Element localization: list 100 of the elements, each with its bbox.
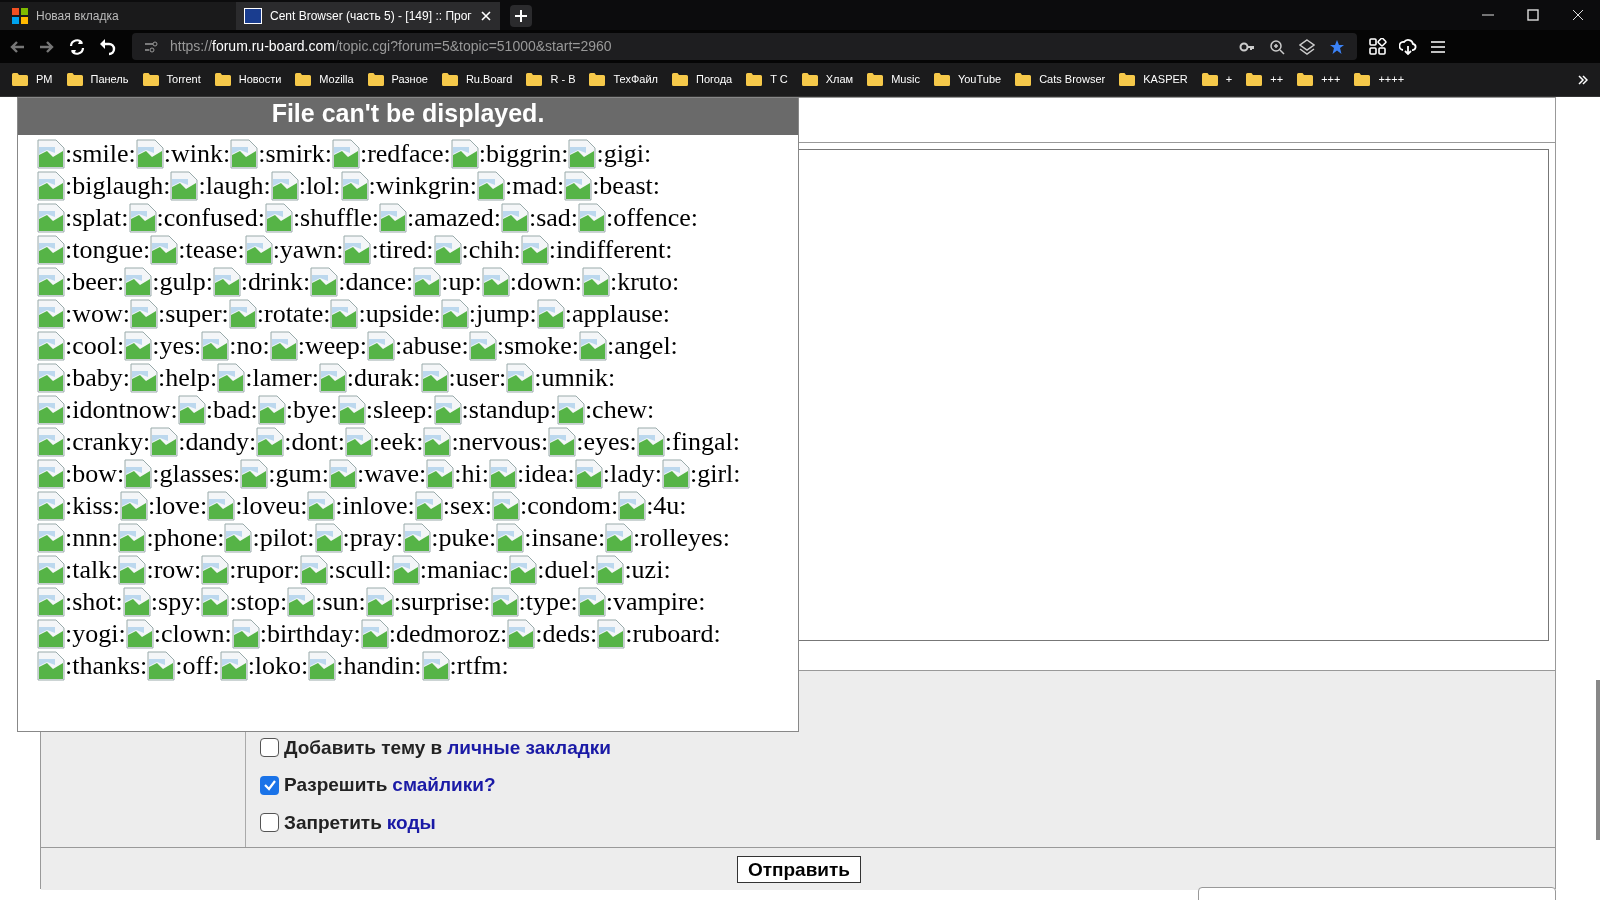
bookmark-link[interactable]: +++ (1321, 71, 1341, 88)
bookmark-link[interactable]: T C (770, 71, 788, 88)
folder-icon[interactable] (1201, 73, 1218, 86)
smiley-code: :weep: (297, 330, 368, 362)
cloud-download-icon[interactable] (1399, 37, 1417, 56)
bookmark-link[interactable]: Torrent (166, 71, 201, 88)
more-bookmarks-icon[interactable] (1578, 74, 1588, 85)
folder-icon[interactable] (589, 73, 606, 86)
folder-icon[interactable] (214, 73, 231, 86)
address-bar[interactable]: https://forum.ru-board.com/topic.cgi?forum=5&topic=51000&start=2960 (132, 33, 1357, 60)
scrollbar-thumb[interactable] (1596, 680, 1600, 840)
option-link[interactable]: коды (386, 808, 436, 837)
bookmark-link[interactable]: ++++ (1378, 71, 1405, 88)
option-link[interactable]: личные закладки (447, 733, 611, 762)
folder-icon[interactable] (801, 73, 818, 86)
smiley-code: :smirk: (258, 138, 332, 170)
broken-image-icon (118, 523, 147, 553)
bookmark-link[interactable]: ++ (1270, 71, 1284, 88)
folder-icon[interactable] (1246, 73, 1263, 86)
bookmark-link[interactable]: Разное (391, 71, 428, 88)
zoom-icon[interactable] (1269, 38, 1285, 55)
bookmark-link[interactable]: + (1225, 71, 1233, 88)
folder-icon[interactable] (867, 73, 884, 86)
broken-image-icon (344, 427, 373, 457)
broken-image-icon (481, 267, 510, 297)
bookmark-link[interactable]: KASPER (1143, 71, 1188, 88)
bookmark-link[interactable]: ТехФайл (613, 71, 658, 88)
new-tab-icon[interactable] (509, 5, 532, 27)
broken-image-icon (468, 331, 497, 361)
option-label: Запретить (284, 810, 382, 835)
broken-image-icon (37, 235, 65, 265)
smiley-code: :idontnow: (65, 394, 178, 426)
folder-icon[interactable] (295, 73, 312, 86)
broken-image-icon (37, 395, 65, 425)
broken-image-icon (556, 395, 585, 425)
star-icon[interactable] (1329, 38, 1345, 55)
bookmark-link[interactable]: Погода (696, 71, 733, 88)
folder-icon[interactable] (66, 73, 83, 86)
browser-tab[interactable]: Cent Browser (часть 5) - [149] :: Прог (236, 2, 500, 30)
extensions-icon[interactable] (1369, 37, 1387, 56)
folder-icon[interactable] (142, 73, 159, 86)
bookmark-link[interactable]: Music (891, 71, 920, 88)
bookmark-link[interactable]: Ru.Board (465, 71, 513, 88)
browser-tab[interactable]: Новая вкладка (0, 2, 236, 30)
smiley-code: :user: (448, 362, 507, 394)
bookmark-link[interactable]: Mozilla (319, 71, 354, 88)
bookmark-link[interactable]: PM (36, 71, 53, 88)
broken-image-icon (122, 587, 151, 617)
bookmark-link[interactable]: Панель (90, 71, 129, 88)
broken-image-icon (391, 555, 420, 585)
smiley-code: :spy: (150, 586, 202, 618)
broken-image-icon (662, 459, 690, 489)
undo-icon[interactable] (98, 37, 116, 56)
submit-button[interactable]: Отправить (736, 855, 862, 883)
broken-image-icon (37, 651, 65, 681)
option-link[interactable]: смайлики? (392, 771, 496, 800)
folder-icon[interactable] (12, 73, 28, 86)
broken-image-icon (403, 523, 432, 553)
smiley-code: :4u: (646, 490, 687, 522)
maximize-icon[interactable] (1526, 9, 1539, 21)
smiley-code: :smile: (65, 138, 136, 170)
broken-image-icon (128, 203, 157, 233)
site-settings-icon (144, 39, 158, 54)
bookmark-link[interactable]: R - B (550, 71, 576, 88)
folder-icon[interactable] (526, 73, 543, 86)
folder-icon[interactable] (1119, 73, 1136, 86)
broken-image-icon (37, 427, 65, 457)
smiley-code: :confused: (156, 202, 265, 234)
smiley-code: :ruboard: (625, 618, 721, 650)
folder-icon[interactable] (1354, 73, 1371, 86)
smiley-code: :birthday: (259, 618, 361, 650)
broken-image-icon (150, 235, 179, 265)
folder-icon[interactable] (367, 73, 384, 86)
smiley-code: :rupor: (229, 554, 301, 586)
reload-icon[interactable] (68, 37, 86, 56)
folder-icon[interactable] (746, 73, 763, 86)
folder-icon[interactable] (441, 73, 458, 86)
broken-image-icon (636, 427, 665, 457)
broken-image-icon (37, 203, 65, 233)
close-icon[interactable] (1571, 9, 1584, 21)
broken-image-icon (578, 203, 606, 233)
layers-icon[interactable] (1299, 38, 1315, 55)
bookmark-link[interactable]: Cats Browser (1039, 71, 1106, 88)
broken-image-icon (37, 587, 65, 617)
folder-icon[interactable] (933, 73, 950, 86)
smiley-code: :chih: (461, 234, 521, 266)
checkbox[interactable] (260, 775, 279, 795)
folder-icon[interactable] (672, 73, 688, 86)
broken-image-icon (597, 619, 626, 649)
checkbox[interactable] (260, 813, 279, 833)
broken-image-icon (343, 235, 372, 265)
broken-image-icon (270, 171, 299, 201)
bookmark-link[interactable]: Новости (238, 71, 282, 88)
folder-icon[interactable] (1297, 73, 1314, 86)
folder-icon[interactable] (1015, 73, 1032, 86)
broken-image-icon (500, 203, 529, 233)
bookmark-link[interactable]: YouTube (957, 71, 1002, 88)
checkbox[interactable] (260, 738, 279, 758)
bookmark-link[interactable]: Хлам (825, 71, 854, 88)
broken-image-icon (506, 363, 535, 393)
